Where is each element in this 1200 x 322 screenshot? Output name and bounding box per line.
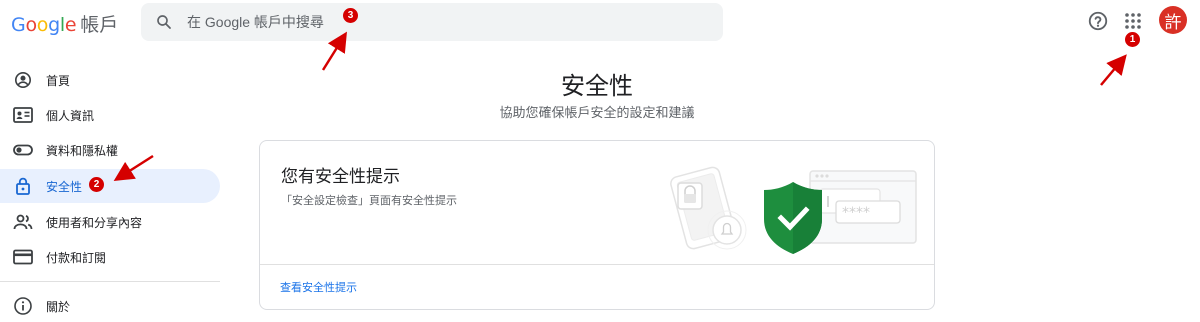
search-icon[interactable] (155, 13, 173, 31)
people-icon (13, 214, 33, 230)
page-subtitle: 協助您確保帳戶安全的設定和建議 (499, 105, 695, 120)
view-security-tips-link[interactable]: 查看安全性提示 (280, 279, 357, 295)
search-input[interactable] (187, 3, 687, 41)
sidebar-divider (0, 281, 220, 282)
annotation-marker-2: 2 (89, 177, 104, 192)
google-logo-letter: G (11, 14, 26, 36)
sidebar-item-people-sharing[interactable]: 使用者和分享內容 (0, 205, 220, 239)
info-icon (14, 297, 32, 315)
sidebar-item-data-privacy[interactable]: 資料和隱私權 (0, 133, 220, 167)
help-icon[interactable] (1087, 10, 1109, 32)
card-description: 「安全設定檢查」頁面有安全性提示 (281, 195, 457, 207)
search-bar[interactable] (141, 3, 723, 41)
lock-icon (16, 177, 30, 195)
lock-body-icon (684, 194, 696, 203)
password-mask: **** (842, 205, 870, 221)
google-logo-letter: o (25, 14, 37, 36)
google-logo-letter: o (36, 14, 49, 36)
google-logo-letter: e (64, 14, 77, 36)
account-product-name: 帳戶 (80, 14, 119, 36)
sidebar-item-label: 使用者和分享內容 (46, 216, 143, 230)
avatar[interactable]: 許 (1159, 6, 1187, 34)
credit-card-icon (13, 249, 33, 265)
annotation-marker-1: 1 (1125, 32, 1140, 47)
sidebar-item-payments[interactable]: 付款和訂閱 (0, 240, 220, 274)
sidebar-item-label: 付款和訂閱 (46, 251, 107, 265)
sidebar-item-about[interactable]: 關於 (0, 289, 220, 322)
security-illustration: **** (670, 166, 917, 254)
toggle-icon (13, 144, 33, 156)
card-title: 您有安全性提示 (281, 167, 400, 186)
card-divider (260, 264, 934, 265)
sidebar-item-label: 安全性 (46, 180, 83, 194)
security-tips-card: 您有安全性提示 「安全設定檢查」頁面有安全性提示 **** 查看安全性提示 (259, 140, 935, 310)
bell-circle-icon (712, 215, 742, 245)
sidebar-item-label: 關於 (46, 300, 71, 314)
google-logo-letter: g (48, 14, 60, 36)
apps-grid-icon[interactable] (1124, 12, 1142, 30)
page-title: 安全性 (561, 73, 633, 100)
sidebar-item-label: 資料和隱私權 (46, 144, 119, 158)
google-account-logo[interactable]: Google 帳戶 (11, 10, 119, 36)
sidebar-item-security[interactable]: 安全性 (0, 169, 220, 203)
annotation-marker-3: 3 (343, 8, 358, 23)
